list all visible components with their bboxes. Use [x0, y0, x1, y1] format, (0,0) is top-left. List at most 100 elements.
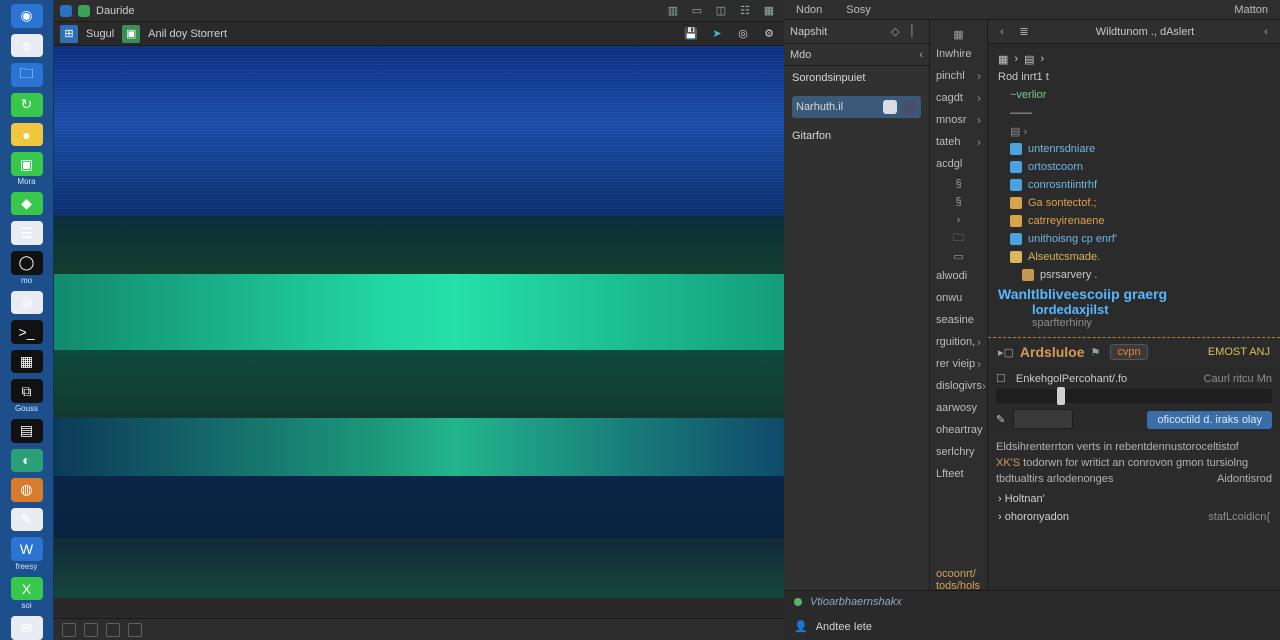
list-icon[interactable]: ≣: [1016, 25, 1032, 38]
panel-b-mid-1[interactable]: onwu: [930, 288, 987, 308]
titlebar-split-icon[interactable]: ◫: [712, 3, 730, 19]
pipe-icon[interactable]: │: [909, 25, 923, 39]
foot-pair-1[interactable]: › ohoronyadonstafLcoidicn{: [998, 511, 1270, 529]
taskbar-vs-icon[interactable]: ⧉: [11, 379, 43, 403]
status-box-3-icon[interactable]: [106, 623, 120, 637]
tree-node-2[interactable]: ——: [998, 104, 1274, 122]
target-icon[interactable]: ◎: [734, 25, 752, 43]
canvas[interactable]: [54, 46, 784, 618]
panel-b-top-3[interactable]: mnosr›: [930, 110, 987, 130]
taskbar-globe-icon[interactable]: ◐: [11, 449, 43, 473]
taskbar-files-icon[interactable]: 🗀: [11, 63, 43, 87]
panel-a-item-active[interactable]: Narhuth.il: [792, 96, 921, 118]
taskbar-start-icon[interactable]: ◉: [11, 4, 43, 28]
prop-value-input[interactable]: [1013, 409, 1073, 429]
taskbar-word-icon[interactable]: W: [11, 537, 43, 561]
status-box-4-icon[interactable]: [128, 623, 142, 637]
panel-b-mid-7[interactable]: oheartray: [930, 420, 987, 440]
titlebar-tiles-icon[interactable]: ▦: [760, 3, 778, 19]
module-expand-icon[interactable]: ▸▢: [998, 346, 1014, 359]
module-row[interactable]: ▸▢ Ardsluloe ⚑ cvpn EMOST ANJ: [988, 344, 1280, 360]
gear-icon[interactable]: ⚙: [760, 25, 778, 43]
titlebar-grid-icon[interactable]: ☷: [736, 3, 754, 19]
panel-b-glyph-3-icon[interactable]: 🗀: [930, 230, 987, 246]
taskbar-apple-icon[interactable]: ●: [11, 123, 43, 147]
panel-b-mid-4[interactable]: rer vieip›: [930, 354, 987, 374]
taskbar-grid-icon[interactable]: ▦: [11, 350, 43, 374]
prop-check-icon[interactable]: ☐: [996, 372, 1006, 385]
panel-b-mid-6[interactable]: aarwosy: [930, 398, 987, 418]
tree-node-10[interactable]: Alseutcsmade.: [998, 248, 1274, 266]
panel-b-glyph-2-icon[interactable]: ›: [930, 212, 987, 228]
taskbar-xl-icon[interactable]: X: [11, 577, 43, 601]
tree-node-1[interactable]: ~verlior: [998, 86, 1274, 104]
panel-b-mid-5[interactable]: dislogivrs›: [930, 376, 987, 396]
menu-item-2[interactable]: Sosy: [846, 4, 870, 16]
win-icon[interactable]: ⊞: [60, 25, 78, 43]
taskbar-camera-icon[interactable]: ◯: [11, 251, 43, 275]
panel-a-section-2[interactable]: Gitarfon: [784, 124, 929, 148]
menu-item-1[interactable]: Ndon: [796, 4, 822, 16]
more-icon[interactable]: [903, 100, 917, 114]
panel-b-glyph-1-icon[interactable]: §: [930, 194, 987, 210]
taskbar-sec-icon[interactable]: ◍: [11, 478, 43, 502]
module-tag[interactable]: cvpn: [1110, 344, 1147, 360]
bottom-line-2[interactable]: Andtee Iete: [816, 621, 872, 633]
tree-node-8[interactable]: catrreyirenaene: [998, 212, 1274, 230]
panel-b-glyph-4-icon[interactable]: ▭: [930, 248, 987, 264]
taskbar-dev-icon[interactable]: ▤: [11, 419, 43, 443]
tree-node-0[interactable]: Rod inrt1 t: [998, 68, 1274, 86]
tree-node-5[interactable]: ortostcoorn: [998, 158, 1274, 176]
panel-b-mid-2[interactable]: seasine: [930, 310, 987, 330]
taskbar-disc-icon[interactable]: ◎: [11, 291, 43, 315]
breadcrumb[interactable]: Wildtunom ., dAslert: [1038, 26, 1252, 38]
panel-b-top-1[interactable]: pinchl›: [930, 66, 987, 86]
menu-item-3[interactable]: Matton: [1234, 4, 1268, 16]
panel-b-mid-3[interactable]: rguition,›: [930, 332, 987, 352]
taskbar-app-b-icon[interactable]: ◆: [11, 192, 43, 216]
panel-b-top-2[interactable]: cagdt›: [930, 88, 987, 108]
run-icon[interactable]: ➤: [708, 25, 726, 43]
panel-a-tabrow[interactable]: Mdo ‹: [784, 44, 929, 66]
panel-b-glyph-0-icon[interactable]: §: [930, 176, 987, 192]
panel-b-top-4[interactable]: tateh›: [930, 132, 987, 152]
panel-b-grid-icon[interactable]: ▦: [930, 26, 987, 42]
tree-node-9[interactable]: unithoisng cp enrf': [998, 230, 1274, 248]
status-box-1-icon[interactable]: [62, 623, 76, 637]
panel-a-tab[interactable]: Mdo: [790, 49, 811, 61]
outline-tree[interactable]: ▦ › ▤ ›Rod inrt1 t~verlior——▤ ›untenrsdn…: [988, 44, 1280, 284]
tree-node-11[interactable]: psrsarvery .: [998, 266, 1274, 284]
titlebar-panel-icon[interactable]: ▭: [688, 3, 706, 19]
user-icon[interactable]: 👤: [794, 620, 808, 633]
taskbar-cycle-icon[interactable]: ↻: [11, 93, 43, 117]
panel-b-top-5[interactable]: acdgl: [930, 154, 987, 174]
taskbar-edge-icon[interactable]: e: [11, 34, 43, 58]
edit-icon[interactable]: ✎: [996, 413, 1005, 426]
tree-toolstrip[interactable]: ▦ › ▤ ›: [998, 50, 1274, 68]
ide-menubar[interactable]: Ndon Sosy Matton: [784, 0, 1280, 20]
foot-pair-0[interactable]: › Holtnan': [998, 493, 1270, 511]
module-icon[interactable]: ▣: [122, 25, 140, 43]
panel-b-mid-0[interactable]: alwodi: [930, 266, 987, 286]
eye-icon[interactable]: ◇: [891, 25, 905, 39]
taskbar-msg-icon[interactable]: ✉: [11, 616, 43, 640]
titlebar-window-list-icon[interactable]: ▥: [664, 3, 682, 19]
panel-b-top-0[interactable]: Inwhire: [930, 44, 987, 64]
save-icon[interactable]: 💾: [682, 25, 700, 43]
slider-thumb[interactable]: [1057, 387, 1065, 405]
taskbar-app-c-icon[interactable]: ☰: [11, 221, 43, 245]
panel-a-section-1[interactable]: Sorondsinpuiet: [784, 66, 929, 90]
panel-b-mid-9[interactable]: Lfteet: [930, 464, 987, 484]
cloud-icon[interactable]: [883, 100, 897, 114]
taskbar-term-icon[interactable]: >_: [11, 320, 43, 344]
chevron-left-icon[interactable]: ‹: [919, 49, 923, 61]
prop-slider[interactable]: [996, 389, 1272, 403]
back-icon[interactable]: ‹: [994, 26, 1010, 38]
app-titlebar[interactable]: Dauride ▥ ▭ ◫ ☷ ▦: [54, 0, 784, 22]
taskbar-paint-icon[interactable]: ✎: [11, 508, 43, 532]
panel-b-mid-8[interactable]: serlchry: [930, 442, 987, 462]
status-box-2-icon[interactable]: [84, 623, 98, 637]
taskbar-app-a-icon[interactable]: ▣: [11, 152, 43, 176]
tree-node-6[interactable]: conrosntiintrhf: [998, 176, 1274, 194]
tree-node-3[interactable]: ▤ ›: [998, 122, 1274, 140]
